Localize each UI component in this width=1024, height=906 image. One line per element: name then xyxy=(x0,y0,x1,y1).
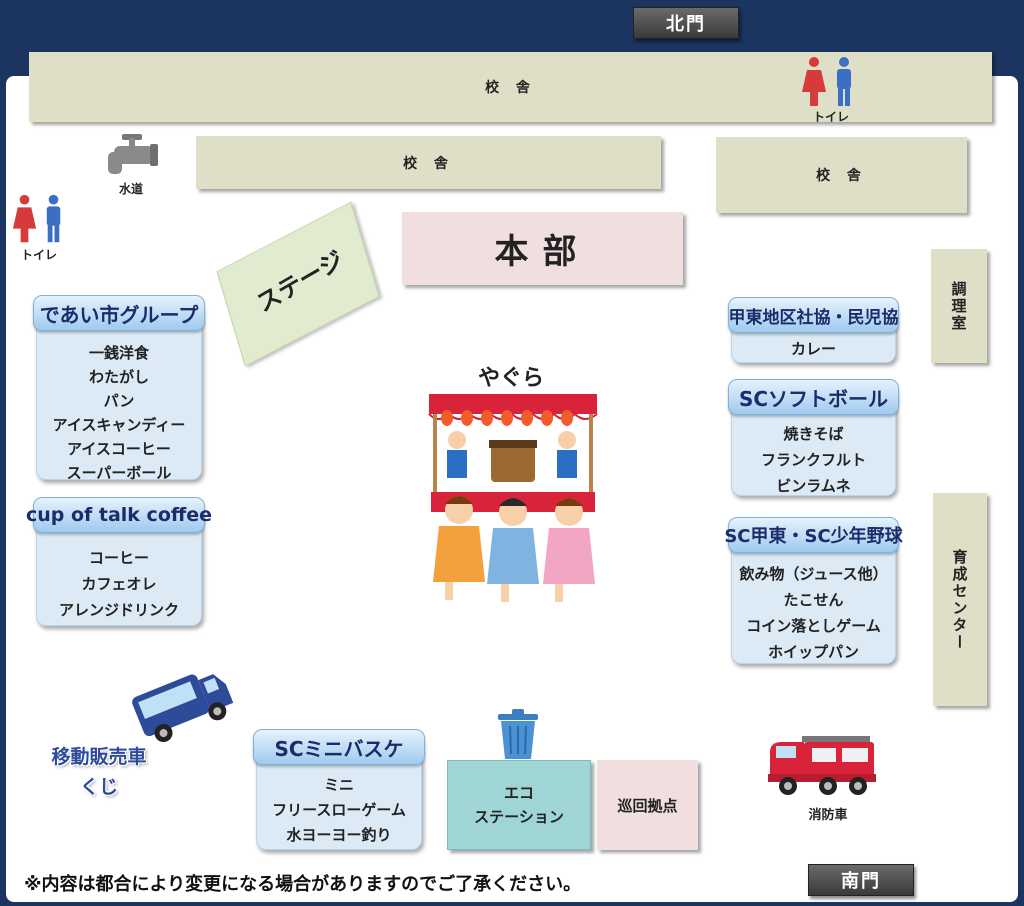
booth-item: パン xyxy=(103,392,135,410)
booth-item: カフェオレ xyxy=(81,575,157,593)
booth-item: アレンジドリンク xyxy=(58,601,179,619)
booth-item: ミニ xyxy=(323,776,354,794)
booth-item: 焼きそば xyxy=(783,425,844,443)
water-label: 水道 xyxy=(118,182,143,196)
south-gate: 南門 xyxy=(808,864,914,896)
trash-can-icon xyxy=(498,709,538,759)
booth-title: cup of talk coffee xyxy=(26,497,212,533)
eco-station-line: ステーション xyxy=(474,808,564,826)
booth-deai-group: であい市グループ 一銭洋食 わたがし パン アイスキャンディー アイスコーヒー … xyxy=(33,295,205,482)
mobile-vendor-line: 移動販売車 xyxy=(51,746,147,768)
mobile-vendor-label: 移動販売車 くじ xyxy=(34,742,164,803)
booth-kotou-shakyo: 甲東地区社協・民児協 カレー xyxy=(728,297,899,363)
booth-sc-kotou-baseball: SC甲東・SC少年野球 飲み物（ジュース他） たこせん コイン落としゲーム ホイ… xyxy=(724,517,903,664)
yagura-illustration-icon xyxy=(428,394,598,602)
school-building-middle: 校 舎 xyxy=(196,136,661,189)
booth-item: 水ヨーヨー釣り xyxy=(286,826,392,844)
booth-item: アイスキャンディー xyxy=(52,416,186,434)
north-gate: 北門 xyxy=(633,7,739,39)
booth-item: フランクフルト xyxy=(760,451,866,469)
school-building-right: 校 舎 xyxy=(716,137,967,213)
booth-item: コイン落としゲーム xyxy=(746,617,881,635)
headquarters: 本部 xyxy=(402,212,683,285)
booth-title: SCミニバスケ xyxy=(253,729,425,765)
booth-title: SC甲東・SC少年野球 xyxy=(724,517,903,553)
toilet-label-left: トイレ xyxy=(20,248,57,262)
toilet-icon xyxy=(802,57,851,106)
patrol-base: 巡回拠点 xyxy=(597,760,698,850)
booth-title: SCソフトボール xyxy=(728,379,899,415)
booth-item: ビンラムネ xyxy=(776,477,851,495)
toilet-icon xyxy=(12,194,61,243)
toilet-label-top: トイレ xyxy=(812,110,849,124)
booth-item: ホイップパン xyxy=(768,643,859,661)
training-center: 育成センター xyxy=(933,493,987,706)
fire-truck-icon xyxy=(768,736,876,795)
booth-item: スーパーボール xyxy=(66,464,172,482)
booth-item: コーヒー xyxy=(88,549,149,567)
booth-item: たこせん xyxy=(783,591,844,609)
booth-sc-softball: SCソフトボール 焼きそば フランクフルト ビンラムネ xyxy=(728,379,899,496)
booth-item: アイスコーヒー xyxy=(67,440,171,458)
disclaimer-notice: ※内容は都合により変更になる場合がありますのでご了承ください。 xyxy=(24,874,582,895)
eco-station-line: エコ xyxy=(503,784,534,802)
mobile-vendor-line: くじ xyxy=(79,776,118,799)
booth-item: フリースローゲーム xyxy=(272,801,406,819)
booth-item: 飲み物（ジュース他） xyxy=(739,565,888,583)
fire-truck-label: 消防車 xyxy=(808,808,848,823)
yagura-label: やぐら xyxy=(478,366,545,391)
booth-item: カレー xyxy=(790,340,836,358)
booth-item: 一銭洋食 xyxy=(88,344,149,362)
booth-cup-of-talk: cup of talk coffee コーヒー カフェオレ アレンジドリンク xyxy=(26,497,212,626)
faucet-icon xyxy=(108,134,158,174)
booth-item: わたがし xyxy=(88,368,149,386)
eco-station: エコ ステーション xyxy=(447,760,591,850)
booth-title: であい市グループ xyxy=(33,295,205,331)
mobile-vendor-truck-icon xyxy=(132,674,234,743)
booth-sc-minibasket: SCミニバスケ ミニ フリースローゲーム 水ヨーヨー釣り xyxy=(253,729,425,850)
kitchen-room: 調理室 xyxy=(931,249,987,363)
booth-title: 甲東地区社協・民児協 xyxy=(728,297,899,333)
